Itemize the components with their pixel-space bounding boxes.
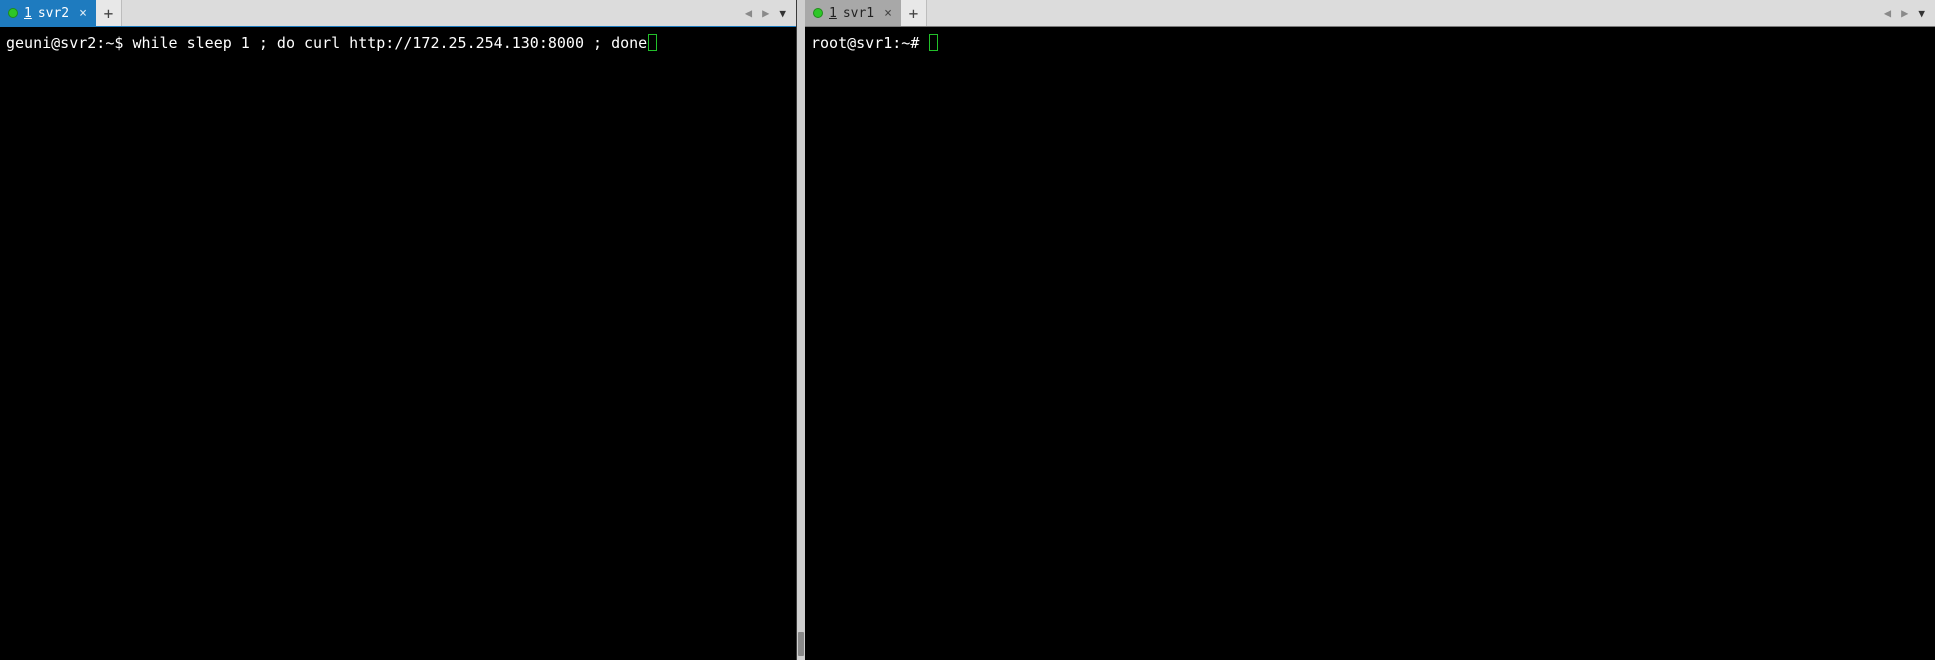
dropdown-icon[interactable]: ▼ bbox=[777, 7, 788, 20]
tab-svr2[interactable]: 1 svr2 × bbox=[0, 0, 96, 26]
new-tab-button[interactable]: + bbox=[901, 0, 927, 26]
left-tabbar: 1 svr2 × + ◀ ▶ ▼ bbox=[0, 0, 796, 27]
new-tab-button[interactable]: + bbox=[96, 0, 122, 26]
plus-icon: + bbox=[104, 4, 114, 23]
cursor-icon bbox=[648, 34, 657, 51]
command-text: while sleep 1 ; do curl http://172.25.25… bbox=[132, 34, 647, 52]
status-dot-icon bbox=[813, 8, 823, 18]
terminal-left[interactable]: geuni@svr2:~$ while sleep 1 ; do curl ht… bbox=[0, 27, 796, 660]
close-icon[interactable]: × bbox=[884, 7, 892, 20]
nav-next-icon[interactable]: ▶ bbox=[760, 6, 771, 20]
tab-label: svr2 bbox=[38, 6, 69, 21]
terminal-right[interactable]: root@svr1:~# bbox=[805, 27, 1935, 660]
cursor-icon bbox=[929, 34, 938, 51]
tab-label: svr1 bbox=[843, 6, 874, 21]
tab-svr1[interactable]: 1 svr1 × bbox=[805, 0, 901, 26]
nav-prev-icon[interactable]: ◀ bbox=[1882, 6, 1893, 20]
tabbar-nav-right: ◀ ▶ ▼ bbox=[1874, 0, 1935, 26]
nav-next-icon[interactable]: ▶ bbox=[1899, 6, 1910, 20]
prompt: root@svr1:~# bbox=[811, 34, 928, 52]
tabbar-nav-left: ◀ ▶ ▼ bbox=[735, 0, 796, 26]
tab-number: 1 bbox=[24, 6, 32, 21]
nav-prev-icon[interactable]: ◀ bbox=[743, 6, 754, 20]
left-pane: 1 svr2 × + ◀ ▶ ▼ geuni@svr2:~$ while sle… bbox=[0, 0, 797, 660]
dropdown-icon[interactable]: ▼ bbox=[1916, 7, 1927, 20]
close-icon[interactable]: × bbox=[79, 7, 87, 20]
pane-divider[interactable] bbox=[797, 0, 805, 660]
prompt: geuni@svr2:~$ bbox=[6, 34, 132, 52]
tab-number: 1 bbox=[829, 6, 837, 21]
plus-icon: + bbox=[909, 4, 919, 23]
right-pane: 1 svr1 × + ◀ ▶ ▼ root@svr1:~# bbox=[805, 0, 1935, 660]
right-tabbar: 1 svr1 × + ◀ ▶ ▼ bbox=[805, 0, 1935, 27]
status-dot-icon bbox=[8, 8, 18, 18]
